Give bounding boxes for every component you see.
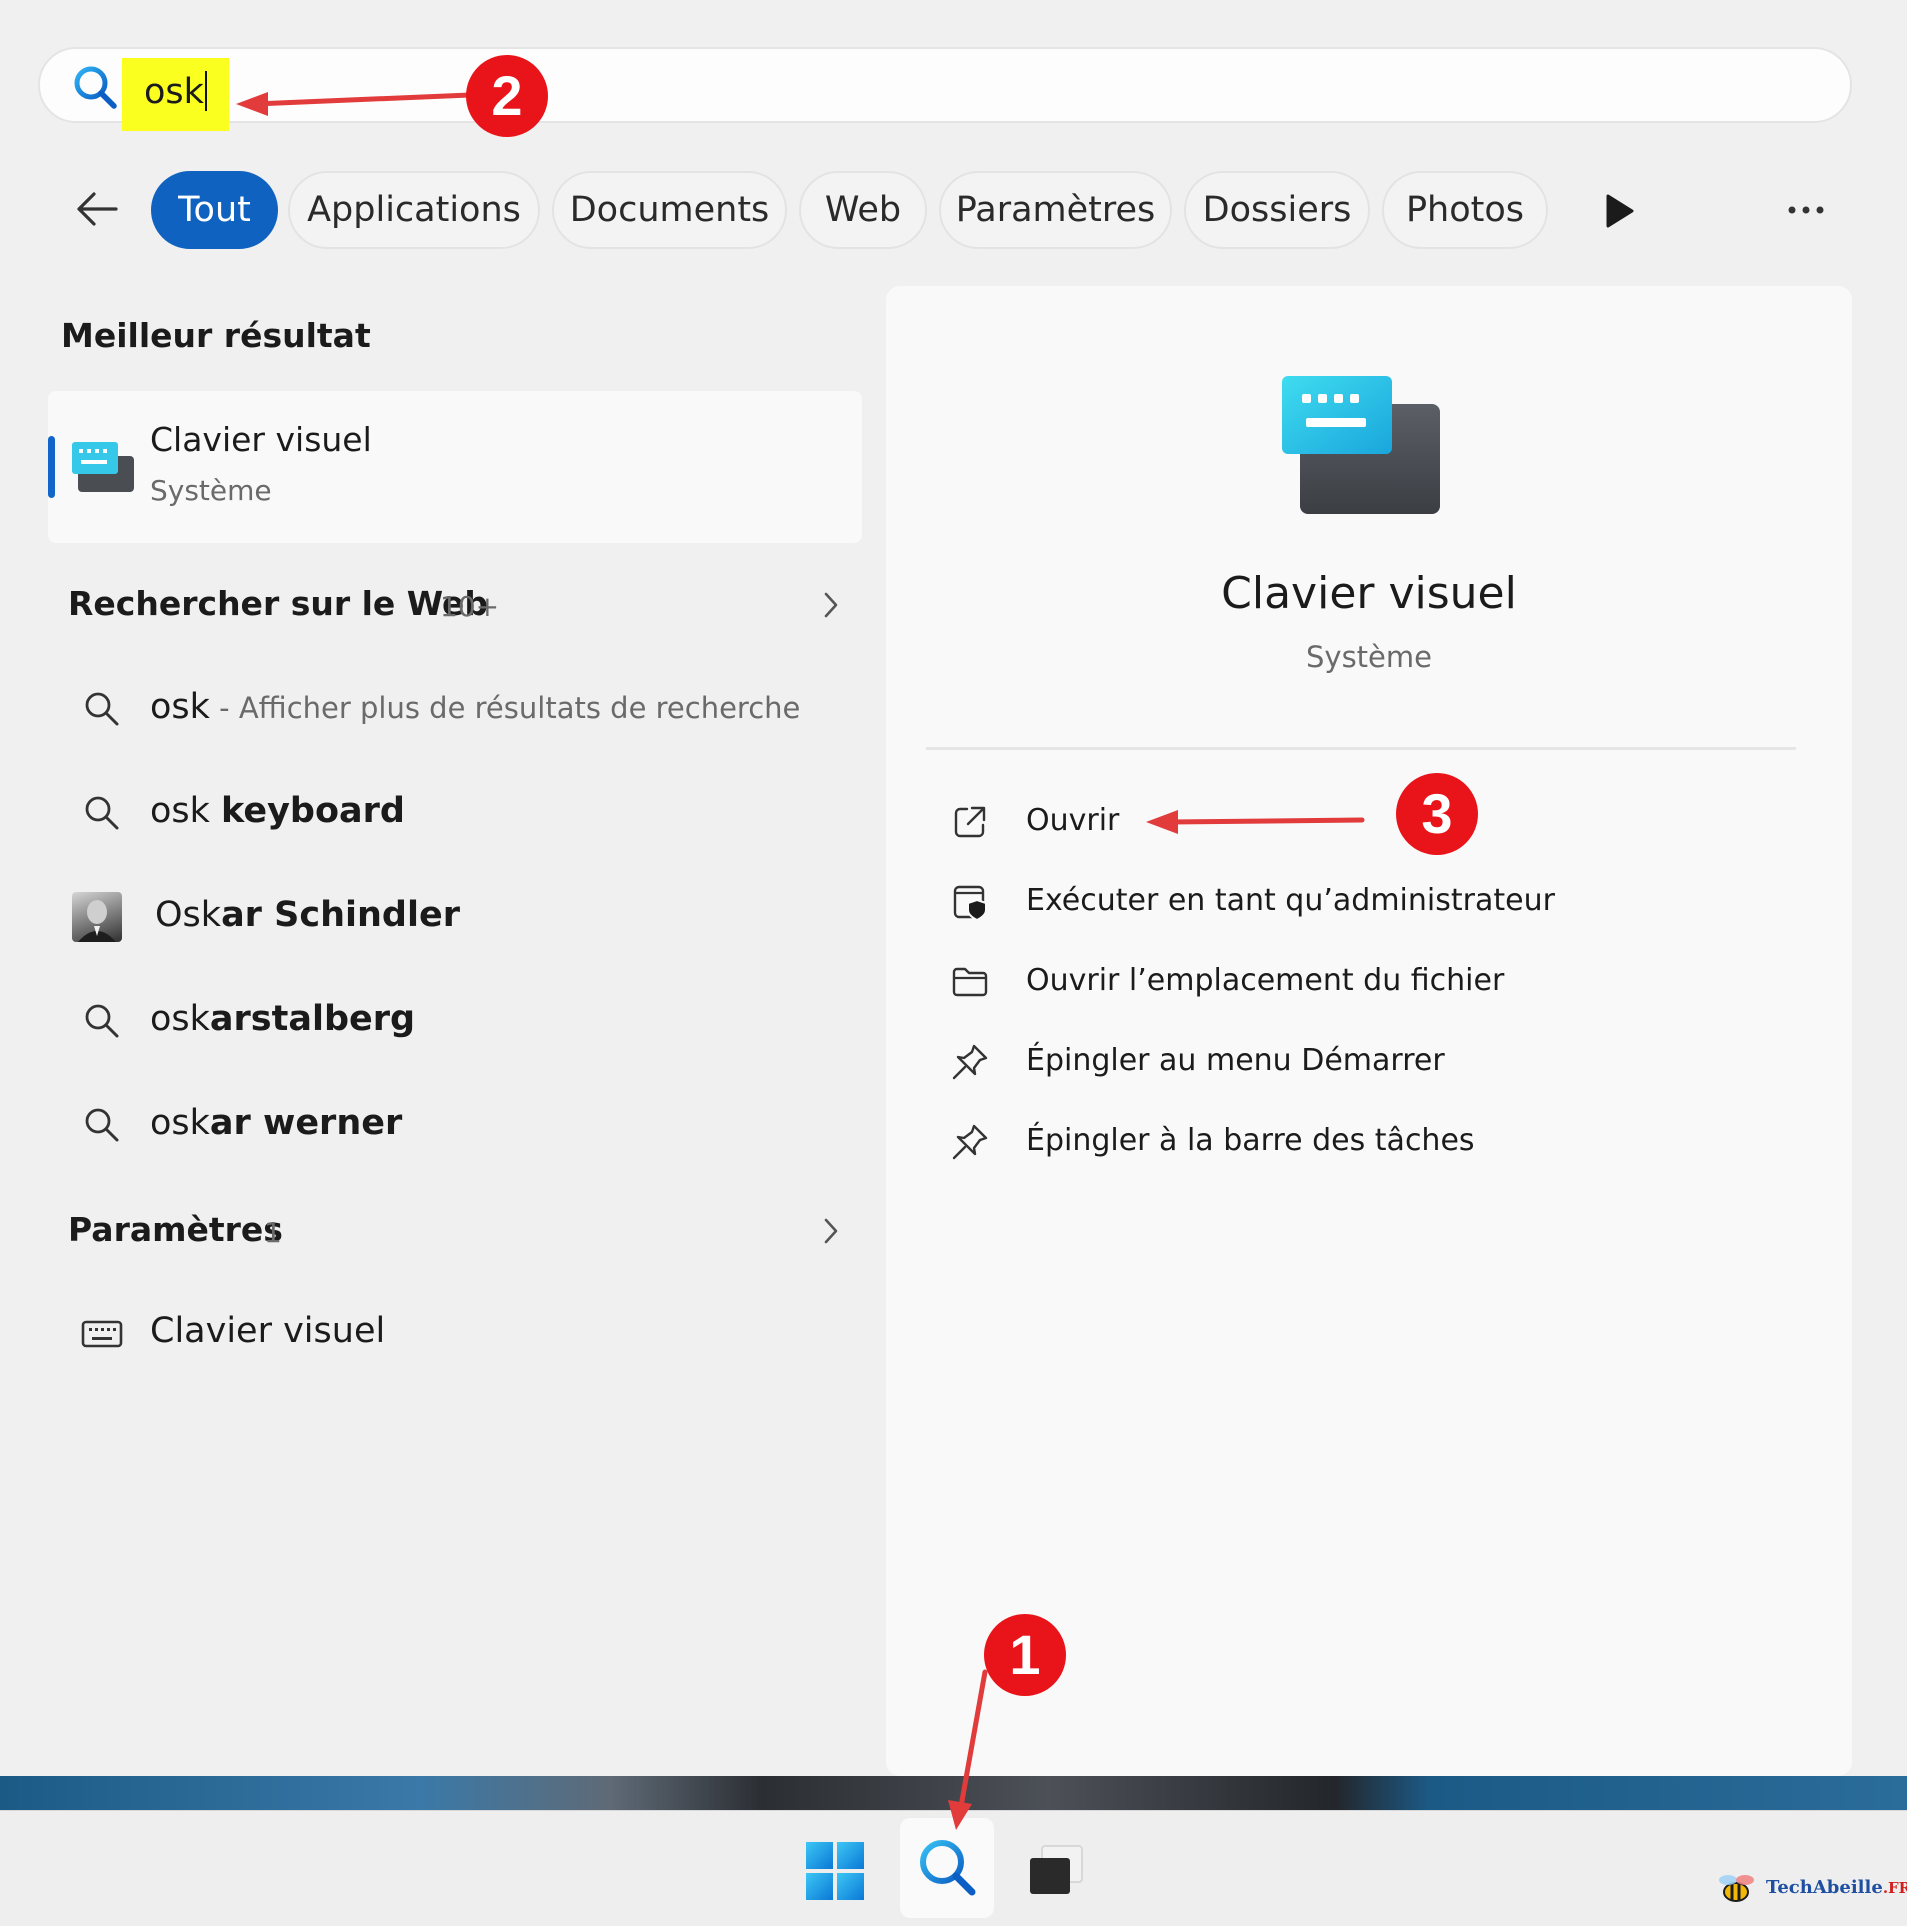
open-external-icon: [954, 806, 986, 838]
annotation-badge-1: 1: [984, 1614, 1066, 1696]
settings-heading[interactable]: Paramètres: [68, 1210, 283, 1249]
web-result-label: osk keyboard: [150, 791, 405, 831]
settings-result-count: 1: [264, 1216, 282, 1249]
chevron-right-icon[interactable]: [820, 588, 842, 622]
selection-indicator: [48, 436, 55, 498]
on-screen-keyboard-icon: [72, 442, 134, 492]
web-result-item[interactable]: osk keyboard: [48, 768, 862, 858]
tab-web[interactable]: Web: [799, 171, 927, 249]
tab-tout[interactable]: Tout: [151, 171, 278, 249]
settings-result-item[interactable]: Clavier visuel: [48, 1288, 862, 1378]
annotation-badge-2: 2: [466, 55, 548, 137]
web-result-label: osk - Afficher plus de résultats de rech…: [150, 687, 801, 727]
best-result-heading: Meilleur résultat: [61, 316, 371, 355]
tab-photos[interactable]: Photos: [1382, 171, 1548, 249]
pin-icon: [952, 1044, 988, 1080]
web-result-item[interactable]: Oskar Schindler: [48, 872, 862, 962]
web-result-item[interactable]: oskarstalberg: [48, 976, 862, 1066]
web-search-heading[interactable]: Rechercher sur le Web: [68, 584, 488, 623]
preview-title: Clavier visuel: [1221, 568, 1517, 619]
keyboard-icon: [81, 1320, 123, 1348]
folder-icon: [952, 967, 988, 997]
windows-start-icon[interactable]: [806, 1842, 864, 1900]
best-result-subtitle: Système: [150, 474, 272, 507]
chevron-right-icon[interactable]: [820, 1214, 842, 1248]
desktop-wallpaper-strip: [0, 1776, 1907, 1810]
tab-dossiers[interactable]: Dossiers: [1184, 171, 1370, 249]
run-as-admin-label: Exécuter en tant qu’administrateur: [1026, 883, 1555, 918]
tab-documents[interactable]: Documents: [552, 171, 787, 249]
admin-shield-icon: [953, 885, 987, 922]
more-options-icon[interactable]: [1786, 195, 1826, 225]
web-result-label: oskar werner: [150, 1103, 403, 1143]
search-icon: [85, 1004, 119, 1038]
run-as-admin-action[interactable]: Exécuter en tant qu’administrateur: [950, 872, 1555, 932]
open-file-location-label: Ouvrir l’emplacement du fichier: [1026, 963, 1505, 998]
on-screen-keyboard-icon: [1282, 376, 1440, 514]
play-arrow-icon[interactable]: [1598, 190, 1640, 232]
pin-icon: [952, 1124, 988, 1160]
settings-result-label: Clavier visuel: [150, 1311, 386, 1351]
search-icon: [920, 1840, 976, 1896]
web-result-item[interactable]: oskar werner: [48, 1080, 862, 1170]
web-result-label: oskarstalberg: [150, 999, 416, 1039]
best-result-card[interactable]: [48, 391, 862, 543]
pin-to-taskbar-label: Épingler à la barre des tâches: [1026, 1123, 1475, 1158]
search-icon: [74, 66, 117, 109]
pin-to-start-action[interactable]: Épingler au menu Démarrer: [950, 1032, 1510, 1092]
pin-to-start-label: Épingler au menu Démarrer: [1026, 1043, 1445, 1078]
preview-subtitle: Système: [1306, 640, 1432, 674]
divider: [926, 747, 1796, 750]
tab-applications[interactable]: Applications: [288, 171, 540, 249]
task-view-icon[interactable]: [1026, 1842, 1086, 1898]
open-file-location-action[interactable]: Ouvrir l’emplacement du fichier: [950, 952, 1510, 1012]
person-photo: [72, 892, 122, 942]
pin-to-taskbar-action[interactable]: Épingler à la barre des tâches: [950, 1112, 1510, 1172]
web-result-label: Oskar Schindler: [155, 895, 460, 935]
annotation-badge-3: 3: [1396, 773, 1478, 855]
search-input[interactable]: osk: [144, 64, 207, 120]
open-action-label: Ouvrir: [1026, 803, 1120, 838]
web-result-count: 10+: [440, 590, 500, 623]
back-arrow-icon[interactable]: [74, 186, 120, 232]
search-icon: [85, 692, 119, 726]
text-caret: [204, 71, 207, 111]
tab-parametres[interactable]: Paramètres: [939, 171, 1172, 249]
watermark-text: TechAbeille.FR: [1766, 1877, 1907, 1898]
search-bar[interactable]: [38, 47, 1852, 123]
search-icon: [85, 796, 119, 830]
web-result-item[interactable]: osk - Afficher plus de résultats de rech…: [48, 664, 862, 754]
best-result-title: Clavier visuel: [150, 420, 372, 459]
search-icon: [85, 1108, 119, 1142]
